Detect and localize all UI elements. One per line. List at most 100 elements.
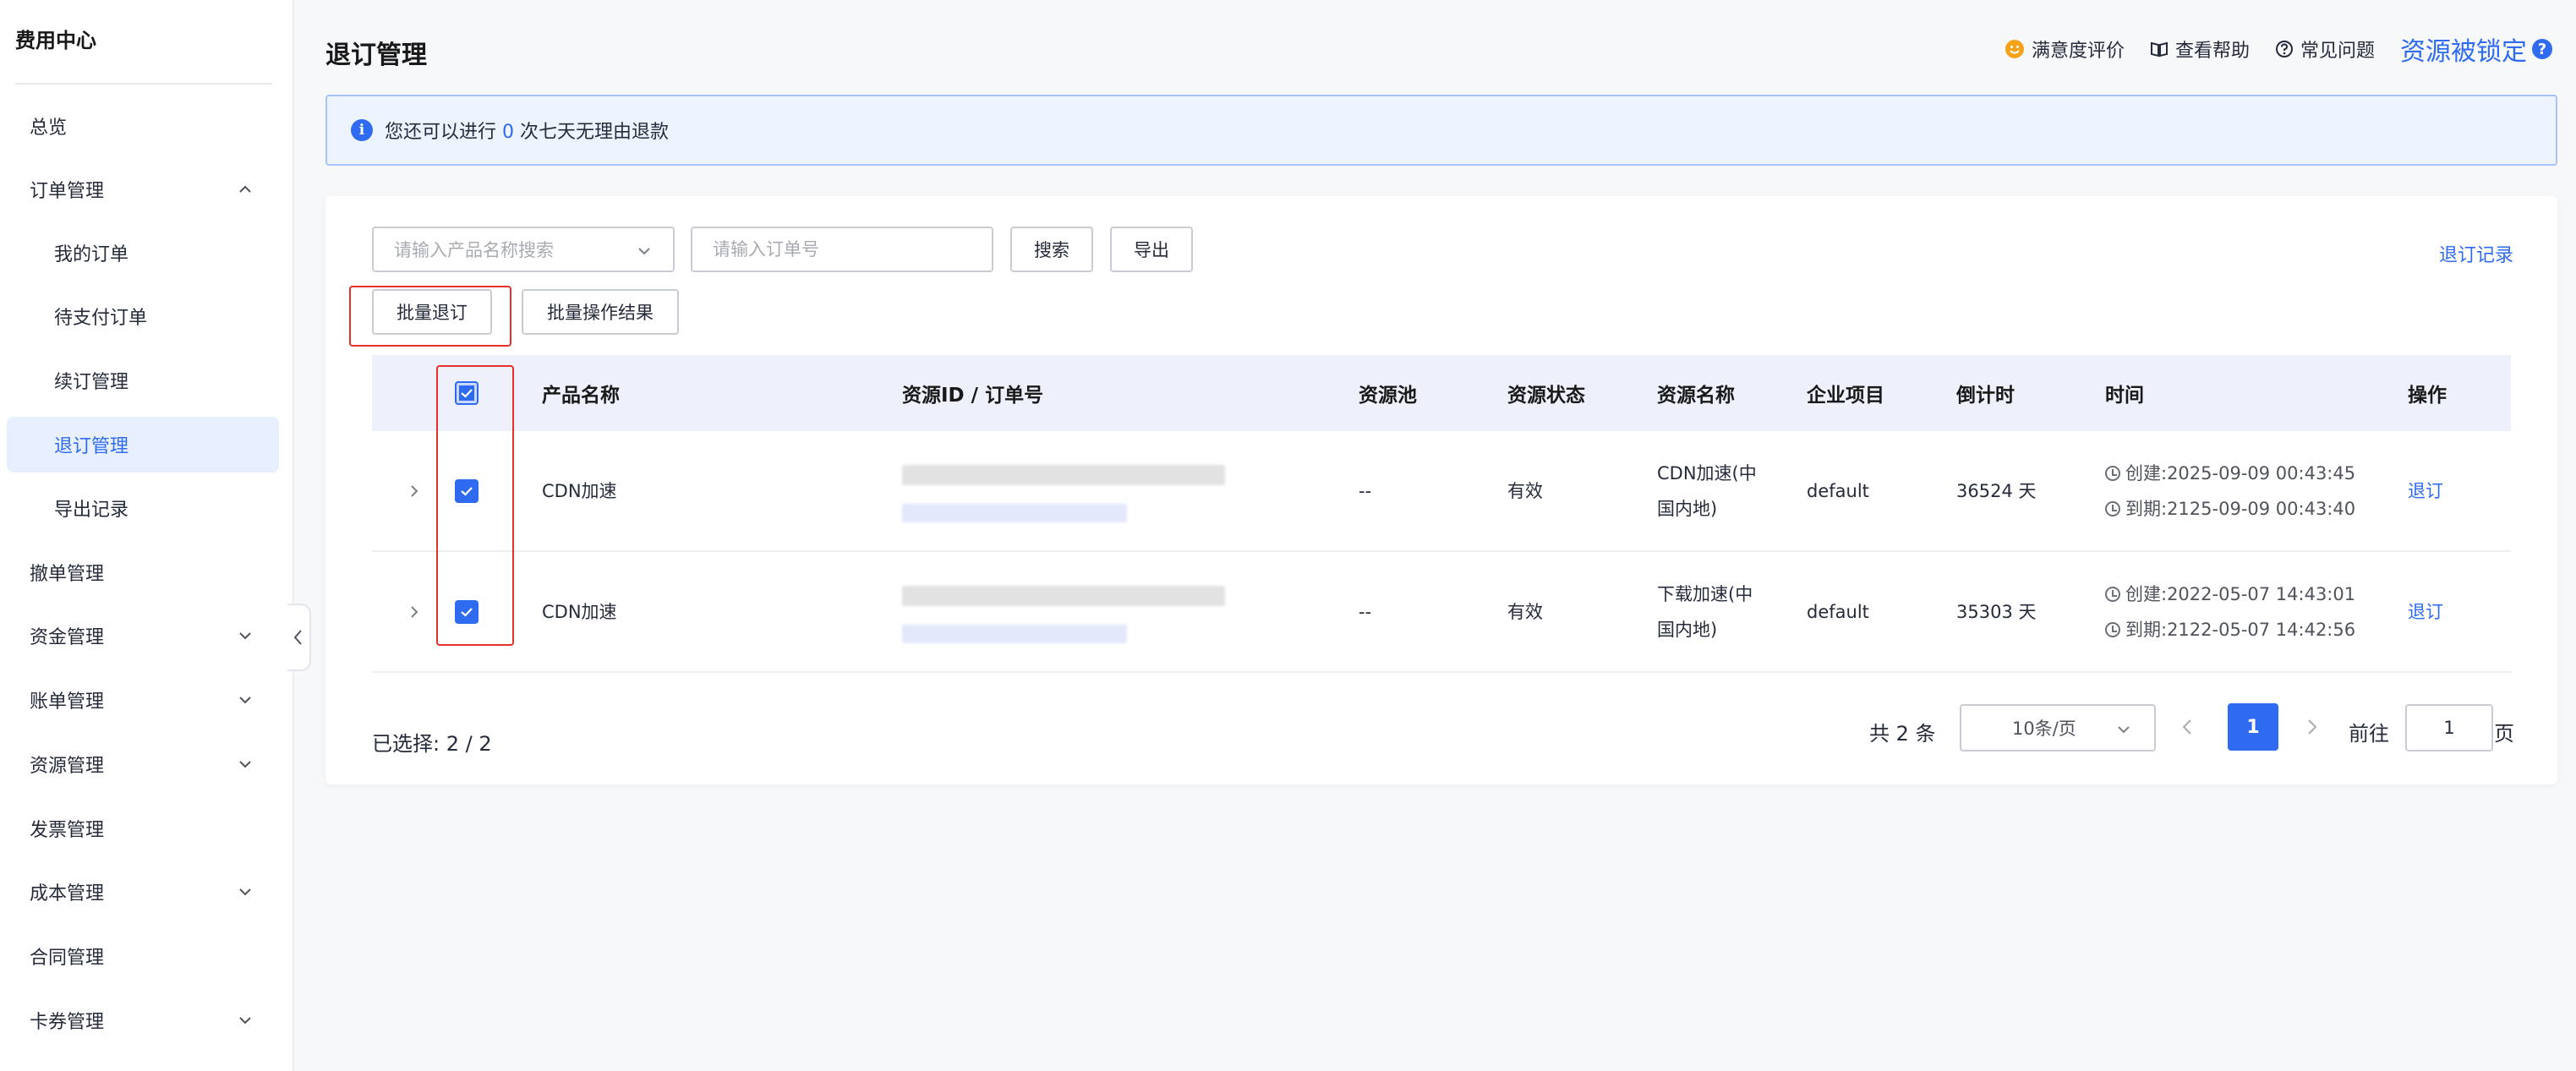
sidebar-item-invoices[interactable]: 发票管理: [7, 801, 279, 856]
clock-icon: [2105, 465, 2120, 481]
info-icon: i: [351, 119, 373, 141]
created-time: 创建:2025-09-09 00:43:45: [2105, 456, 2355, 491]
expire-time: 到期:2122-05-07 14:42:56: [2105, 612, 2355, 648]
unsubscribe-link[interactable]: 退订: [2408, 594, 2443, 630]
sidebar-item-overview[interactable]: 总览: [7, 98, 279, 154]
sidebar-item-label: 总览: [30, 117, 68, 139]
clock-icon: [2105, 586, 2120, 602]
sidebar-item-resources[interactable]: 资源管理: [7, 736, 279, 792]
sidebar-item-label: 撤单管理: [30, 564, 105, 585]
sidebar-item-label: 待支付订单: [54, 308, 148, 329]
page-unit-label: 页: [2494, 722, 2514, 746]
chevron-up-icon: [239, 185, 251, 193]
notice-prefix: 您还可以进行: [385, 122, 497, 143]
page-title: 退订管理: [325, 41, 427, 70]
sidebar-item-bills[interactable]: 账单管理: [7, 672, 279, 728]
sidebar-divider: [15, 83, 272, 85]
sidebar-item-label: 订单管理: [30, 181, 105, 202]
next-page-icon[interactable]: [2300, 715, 2323, 739]
help-link[interactable]: 查看帮助: [2150, 36, 2250, 63]
refund-notice: i 您还可以进行 0 次七天无理由退款: [325, 95, 2557, 166]
row-checkbox[interactable]: [455, 478, 479, 503]
export-button[interactable]: 导出: [1110, 227, 1193, 272]
sidebar-item-coupons[interactable]: 卡券管理: [7, 992, 279, 1048]
sidebar-item-label: 续订管理: [54, 372, 129, 393]
header-resource-name: 资源名称: [1657, 385, 1735, 407]
check-icon: [461, 607, 473, 617]
expire-time-text: 到期:2125-09-09 00:43:40: [2125, 498, 2356, 519]
resource-locked-link[interactable]: 资源被锁定 ?: [2400, 30, 2552, 68]
satisfaction-label: 满意度评价: [2031, 41, 2125, 62]
expand-cell: [406, 552, 423, 671]
resource-name-cell: 下载加速(中 国内地): [1657, 552, 1753, 671]
sidebar-item-label: 成本管理: [30, 883, 105, 904]
sidebar-item-cancel-orders[interactable]: 撤单管理: [7, 544, 279, 600]
page-size-value: 10条/页: [2012, 719, 2076, 739]
resource-name-line: 国内地): [1657, 619, 1718, 640]
sidebar-item-contracts[interactable]: 合同管理: [7, 928, 279, 984]
sidebar-collapse-handle[interactable]: [287, 604, 311, 671]
batch-result-label: 批量操作结果: [547, 303, 654, 323]
page-1-button[interactable]: 1: [2228, 703, 2278, 751]
sidebar-item-funds[interactable]: 资金管理: [7, 608, 279, 664]
unsubscribe-record-link[interactable]: 退订记录: [2439, 240, 2513, 267]
product-cell: CDN加速: [542, 601, 617, 622]
sidebar-item-label: 账单管理: [30, 691, 105, 713]
header-project: 企业项目: [1807, 385, 1884, 407]
search-button[interactable]: 搜索: [1010, 227, 1093, 272]
sidebar-item-label: 资金管理: [30, 627, 105, 648]
redacted-resource-id: [902, 465, 1225, 485]
check-icon: [461, 389, 473, 398]
countdown-cell: 35303 天: [1956, 601, 2037, 622]
time-cell: 创建:2025-09-09 00:43:45 到期:2125-09-09 00:…: [2105, 431, 2355, 550]
batch-unsubscribe-button[interactable]: 批量退订: [372, 289, 492, 335]
chevron-left-icon: [293, 630, 302, 645]
sidebar-item-order-management[interactable]: 订单管理: [7, 161, 279, 217]
status-cell: 有效: [1507, 601, 1543, 622]
status-cell: 有效: [1507, 480, 1543, 501]
product-search-select[interactable]: 请输入产品名称搜索: [372, 227, 675, 272]
sidebar-item-renewal[interactable]: 续订管理: [7, 352, 279, 408]
product-search-placeholder: 请输入产品名称搜索: [394, 240, 554, 260]
header-select-all-cell: [455, 355, 479, 431]
action-cell: 退订: [2408, 552, 2443, 671]
sidebar-item-export-records[interactable]: 导出记录: [7, 480, 279, 536]
sidebar-item-unsubscribe[interactable]: 退订管理: [7, 417, 279, 473]
unsubscribe-link[interactable]: 退订: [2408, 473, 2443, 509]
chevron-right-icon[interactable]: [406, 604, 423, 620]
batch-result-button[interactable]: 批量操作结果: [522, 289, 679, 335]
table-header: 产品名称 资源ID / 订单号 资源池 资源状态 资源名称 企业项目 倒计时 时…: [372, 355, 2511, 431]
satisfaction-link[interactable]: 满意度评价: [2004, 36, 2125, 63]
question-icon: ?: [2532, 39, 2552, 59]
sidebar-title: 费用中心: [15, 29, 96, 52]
clock-icon: [2105, 621, 2120, 637]
created-time-text: 创建:2022-05-07 14:43:01: [2125, 583, 2356, 604]
table-row: CDN加速 -- 有效 CDN加速(中 国内地) default 36524 天…: [372, 431, 2511, 552]
sidebar-item-pending-payment[interactable]: 待支付订单: [7, 288, 279, 344]
select-all-checkbox[interactable]: [455, 381, 479, 405]
batch-unsubscribe-label: 批量退订: [397, 303, 468, 323]
page-size-select[interactable]: 10条/页: [1960, 704, 2156, 751]
order-number-input[interactable]: [691, 227, 993, 272]
sidebar-item-label: 导出记录: [54, 500, 129, 521]
notice-text: 您还可以进行 0 次七天无理由退款: [385, 117, 669, 144]
clock-icon: [2105, 500, 2120, 516]
sidebar-item-my-orders[interactable]: 我的订单: [7, 225, 279, 281]
redacted-order-number: [902, 504, 1127, 522]
faq-link[interactable]: 常见问题: [2275, 36, 2375, 63]
chevron-down-icon: [239, 697, 251, 704]
created-time: 创建:2022-05-07 14:43:01: [2105, 576, 2355, 612]
row-checkbox[interactable]: [455, 599, 479, 624]
book-icon: [2150, 41, 2168, 57]
table-row: CDN加速 -- 有效 下载加速(中 国内地) default 35303 天 …: [372, 552, 2511, 673]
goto-page-input[interactable]: [2405, 704, 2493, 751]
prev-page-icon[interactable]: [2176, 715, 2200, 739]
faq-label: 常见问题: [2300, 41, 2375, 62]
chevron-down-icon: [239, 632, 251, 640]
header-countdown: 倒计时: [1956, 385, 2015, 407]
action-cell: 退订: [2408, 431, 2443, 550]
chevron-right-icon[interactable]: [406, 483, 423, 500]
sidebar-item-cost[interactable]: 成本管理: [7, 864, 279, 920]
chevron-down-icon: [239, 761, 251, 768]
search-button-label: 搜索: [1034, 240, 1069, 260]
